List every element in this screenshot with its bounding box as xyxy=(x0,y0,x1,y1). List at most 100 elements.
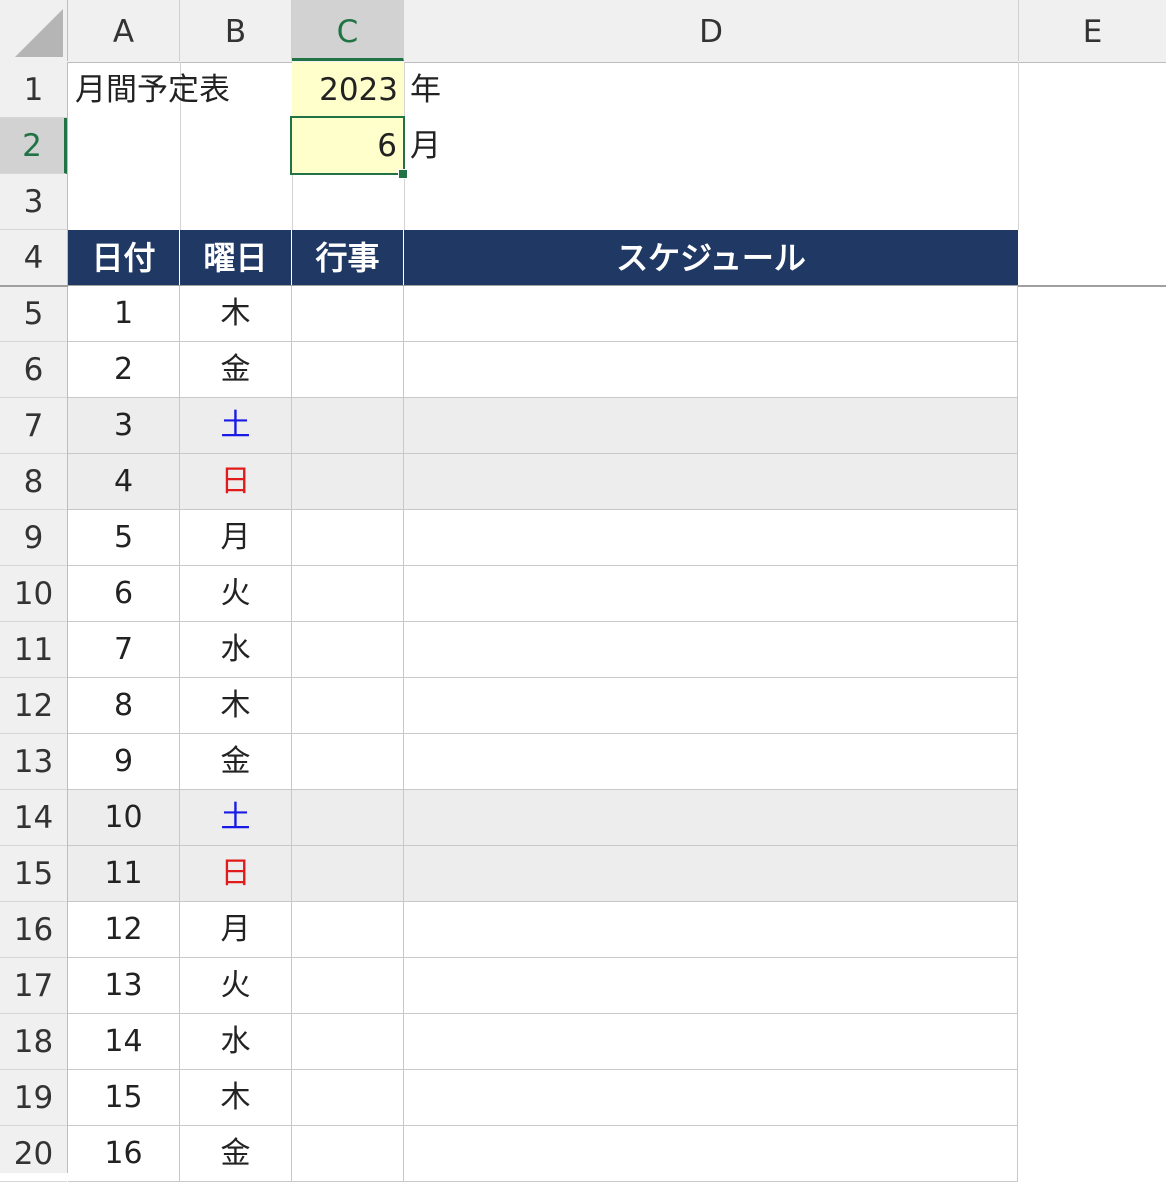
table-header-date[interactable]: 日付 xyxy=(68,230,180,286)
row-header-9[interactable]: 9 xyxy=(0,510,67,566)
schedule-cell[interactable] xyxy=(404,566,1018,621)
event-cell[interactable] xyxy=(292,958,404,1013)
select-all-button[interactable] xyxy=(0,0,68,61)
schedule-cell[interactable] xyxy=(404,1014,1018,1069)
row-header-3[interactable]: 3 xyxy=(0,174,67,230)
table-row: 2金 xyxy=(68,342,1018,398)
date-cell[interactable]: 14 xyxy=(68,1014,180,1069)
weekday-cell[interactable]: 日 xyxy=(180,454,292,509)
weekday-cell[interactable]: 木 xyxy=(180,678,292,733)
schedule-cell[interactable] xyxy=(404,678,1018,733)
schedule-cell[interactable] xyxy=(404,1070,1018,1125)
table-row: 7水 xyxy=(68,622,1018,678)
date-cell[interactable]: 13 xyxy=(68,958,180,1013)
row-header-15[interactable]: 15 xyxy=(0,846,67,902)
schedule-cell[interactable] xyxy=(404,398,1018,453)
column-header-d[interactable]: D xyxy=(404,0,1019,61)
column-header-e[interactable]: E xyxy=(1019,0,1166,61)
year-unit-label: 年 xyxy=(410,72,441,108)
event-cell[interactable] xyxy=(292,286,404,341)
event-cell[interactable] xyxy=(292,846,404,901)
row-header-4[interactable]: 4 xyxy=(0,230,67,286)
event-cell[interactable] xyxy=(292,1070,404,1125)
row-header-19[interactable]: 19 xyxy=(0,1070,67,1126)
schedule-cell[interactable] xyxy=(404,622,1018,677)
schedule-cell[interactable] xyxy=(404,846,1018,901)
date-cell[interactable]: 9 xyxy=(68,734,180,789)
date-cell[interactable]: 11 xyxy=(68,846,180,901)
date-cell[interactable]: 6 xyxy=(68,566,180,621)
schedule-cell[interactable] xyxy=(404,790,1018,845)
row-header-8[interactable]: 8 xyxy=(0,454,67,510)
weekday-cell[interactable]: 水 xyxy=(180,622,292,677)
weekday-cell[interactable]: 日 xyxy=(180,846,292,901)
year-input-cell[interactable]: 2023 xyxy=(292,62,404,118)
weekday-cell[interactable]: 土 xyxy=(180,790,292,845)
schedule-cell[interactable] xyxy=(404,734,1018,789)
row-header-7[interactable]: 7 xyxy=(0,398,67,454)
column-header-a[interactable]: A xyxy=(68,0,180,61)
schedule-cell[interactable] xyxy=(404,510,1018,565)
weekday-cell[interactable]: 水 xyxy=(180,1014,292,1069)
weekday-cell[interactable]: 土 xyxy=(180,398,292,453)
table-row: 8木 xyxy=(68,678,1018,734)
row-header-6[interactable]: 6 xyxy=(0,342,67,398)
table-header-event[interactable]: 行事 xyxy=(292,230,404,286)
column-header-b[interactable]: B xyxy=(180,0,292,61)
date-cell[interactable]: 3 xyxy=(68,398,180,453)
schedule-cell[interactable] xyxy=(404,342,1018,397)
row-header-13[interactable]: 13 xyxy=(0,734,67,790)
date-cell[interactable]: 10 xyxy=(68,790,180,845)
schedule-cell[interactable] xyxy=(404,286,1018,341)
table-header-weekday[interactable]: 曜日 xyxy=(180,230,292,286)
row-header-12[interactable]: 12 xyxy=(0,678,67,734)
date-cell[interactable]: 12 xyxy=(68,902,180,957)
row-header-18[interactable]: 18 xyxy=(0,1014,67,1070)
date-cell[interactable]: 1 xyxy=(68,286,180,341)
weekday-cell[interactable]: 月 xyxy=(180,510,292,565)
schedule-cell[interactable] xyxy=(404,958,1018,1013)
table-header-schedule[interactable]: スケジュール xyxy=(404,230,1018,286)
event-cell[interactable] xyxy=(292,398,404,453)
row-header-2[interactable]: 2 xyxy=(0,118,67,174)
schedule-cell[interactable] xyxy=(404,902,1018,957)
event-cell[interactable] xyxy=(292,510,404,565)
weekday-cell[interactable]: 木 xyxy=(180,1070,292,1125)
event-cell[interactable] xyxy=(292,566,404,621)
row-header-5[interactable]: 5 xyxy=(0,286,67,342)
event-cell[interactable] xyxy=(292,342,404,397)
row-header-11[interactable]: 11 xyxy=(0,622,67,678)
weekday-cell[interactable]: 火 xyxy=(180,958,292,1013)
month-input-cell[interactable]: 6 xyxy=(290,116,405,175)
weekday-cell[interactable]: 火 xyxy=(180,566,292,621)
weekday-cell[interactable]: 金 xyxy=(180,734,292,789)
fill-handle[interactable] xyxy=(398,169,408,179)
spreadsheet: A B C D E 1 2 3 4 5 6 7 8 9 10 11 12 13 14 15 16 17 18 19 2… xyxy=(0,0,1166,1182)
weekday-cell[interactable]: 月 xyxy=(180,902,292,957)
row-header-1[interactable]: 1 xyxy=(0,62,67,118)
row-header-16[interactable]: 16 xyxy=(0,902,67,958)
date-cell[interactable]: 5 xyxy=(68,510,180,565)
table-row: 14 水 xyxy=(68,1014,1018,1070)
date-cell[interactable]: 15 xyxy=(68,1070,180,1125)
weekday-cell[interactable]: 木 xyxy=(180,286,292,341)
date-cell[interactable]: 7 xyxy=(68,622,180,677)
event-cell[interactable] xyxy=(292,734,404,789)
event-cell[interactable] xyxy=(292,622,404,677)
date-cell[interactable]: 4 xyxy=(68,454,180,509)
row-header-10[interactable]: 10 xyxy=(0,566,67,622)
event-cell[interactable] xyxy=(292,1014,404,1069)
date-cell[interactable]: 2 xyxy=(68,342,180,397)
event-cell[interactable] xyxy=(292,902,404,957)
event-cell[interactable] xyxy=(292,454,404,509)
sheet-title[interactable]: 月間予定表 xyxy=(75,62,230,118)
column-header-c[interactable]: C xyxy=(292,0,404,61)
event-cell[interactable] xyxy=(292,678,404,733)
schedule-cell[interactable] xyxy=(404,454,1018,509)
weekday-cell[interactable]: 金 xyxy=(180,342,292,397)
row-header-17[interactable]: 17 xyxy=(0,958,67,1014)
date-cell[interactable]: 8 xyxy=(68,678,180,733)
row-header-14[interactable]: 14 xyxy=(0,790,67,846)
row-header-20[interactable]: 20 xyxy=(0,1126,67,1182)
event-cell[interactable] xyxy=(292,790,404,845)
